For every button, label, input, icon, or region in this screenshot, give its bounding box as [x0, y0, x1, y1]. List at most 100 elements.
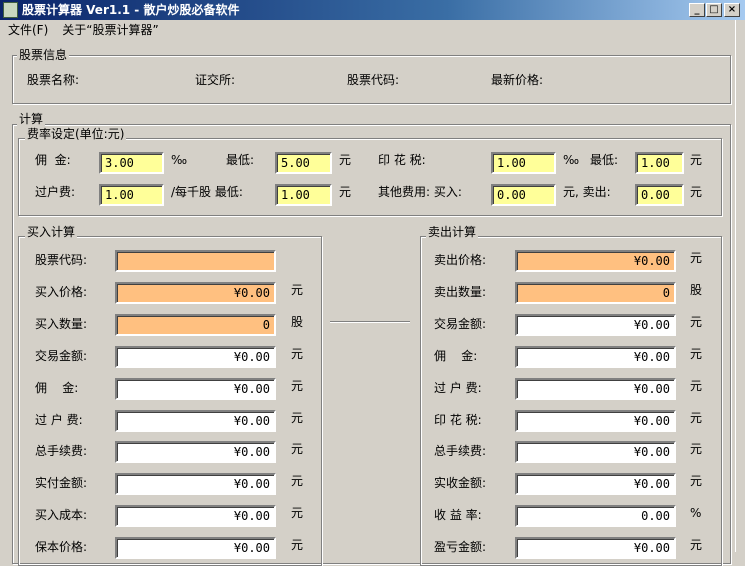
- commission-min-input[interactable]: 5.00: [275, 152, 332, 174]
- sell-row-input[interactable]: ¥0.00: [515, 250, 676, 272]
- stamp-min-input[interactable]: 1.00: [635, 152, 684, 174]
- commission-input[interactable]: 3.00: [99, 152, 164, 174]
- stamp-min-label: 最低:: [590, 153, 619, 167]
- sell-row-input[interactable]: ¥0.00: [515, 473, 676, 496]
- menu-bar: 文件(F) 关于“股票计算器”: [8, 22, 173, 38]
- sell-row-input[interactable]: ¥0.00: [515, 441, 676, 464]
- buy-row-label: 买入成本:: [35, 508, 88, 523]
- sell-row-input[interactable]: 0.00: [515, 505, 676, 528]
- sell-row-input[interactable]: ¥0.00: [515, 345, 676, 368]
- buy-row-label: 实付金额:: [35, 476, 88, 491]
- sell-row-input[interactable]: ¥0.00: [515, 313, 676, 336]
- stock-name-label: 股票名称:: [27, 73, 80, 87]
- commission-label: 佣 金:: [35, 153, 71, 167]
- buy-row-input[interactable]: 0: [115, 313, 276, 336]
- sell-row-label: 盈亏金额:: [434, 540, 487, 555]
- sell-row-unit: 元: [690, 251, 703, 265]
- buy-calc-label: 买入计算: [25, 225, 78, 239]
- commission-min-unit: 元: [339, 153, 352, 167]
- buy-row-label: 保本价格:: [35, 540, 88, 555]
- minimize-button[interactable]: _: [689, 3, 705, 17]
- buy-row-label: 过 户 费:: [35, 412, 83, 427]
- sell-row-unit: 元: [690, 442, 703, 457]
- buy-row-unit: 股: [291, 314, 304, 329]
- buy-row-input[interactable]: ¥0.00: [115, 537, 276, 560]
- window-border: [735, 20, 745, 552]
- exchange-label: 证交所:: [195, 73, 236, 87]
- stamp-tax-input[interactable]: 1.00: [491, 152, 556, 174]
- sell-row-unit: 元: [690, 474, 703, 489]
- buy-row-label: 总手续费:: [35, 444, 88, 459]
- sell-row-label: 印 花 税:: [434, 412, 482, 427]
- buy-row-input[interactable]: ¥0.00: [115, 505, 276, 528]
- other-fee-buy-label: 其他费用: 买入:: [378, 185, 462, 199]
- sell-row-label: 佣 金:: [434, 348, 478, 363]
- buy-row-input[interactable]: ¥0.00: [115, 377, 276, 400]
- calculator-app-icon: [3, 2, 18, 18]
- fee-settings-label: 费率设定(单位:元): [25, 127, 127, 141]
- buy-row-unit: 元: [291, 346, 304, 361]
- sell-row-label: 总手续费:: [434, 444, 487, 459]
- commission-unit: ‰: [171, 153, 188, 167]
- close-button[interactable]: ×: [724, 3, 740, 17]
- sell-row-input[interactable]: ¥0.00: [515, 409, 676, 432]
- latest-price-label: 最新价格:: [491, 73, 544, 87]
- per-thousand-label: /每千股 最低:: [171, 185, 243, 199]
- sell-calc-label: 卖出计算: [426, 225, 479, 239]
- buy-row-label: 买入数量:: [35, 316, 88, 331]
- buy-row-unit: 元: [291, 538, 304, 553]
- buy-row-input[interactable]: [115, 250, 276, 272]
- sell-row-unit: 元: [690, 378, 703, 393]
- stamp-min-unit: 元: [690, 153, 703, 167]
- sell-row-unit: 元: [690, 314, 703, 329]
- sell-row-input[interactable]: 0: [515, 281, 676, 304]
- buy-row-label: 股票代码:: [35, 253, 88, 267]
- divider: [330, 321, 410, 323]
- other-fee-sell-unit: 元: [690, 185, 703, 199]
- calc-label: 计算: [17, 112, 46, 126]
- stamp-tax-label: 印 花 税:: [378, 153, 426, 167]
- buy-row-label: 交易金额:: [35, 348, 88, 363]
- sell-row-label: 实收金额:: [434, 476, 487, 491]
- stock-code-label: 股票代码:: [347, 73, 400, 87]
- menu-file[interactable]: 文件(F): [8, 23, 48, 37]
- sell-row-label: 过 户 费:: [434, 380, 482, 395]
- buy-row-input[interactable]: ¥0.00: [115, 441, 276, 464]
- sell-row-input[interactable]: ¥0.00: [515, 377, 676, 400]
- transfer-min-unit: 元: [339, 185, 352, 199]
- other-fee-sell-label: 元, 卖出:: [563, 185, 611, 199]
- sell-row-label: 卖出数量:: [434, 284, 487, 299]
- sell-row-unit: 股: [690, 282, 703, 297]
- stamp-tax-unit: ‰: [563, 153, 580, 167]
- buy-row-unit: 元: [291, 378, 304, 393]
- stock-info-label: 股票信息: [17, 48, 70, 62]
- sell-row-input[interactable]: ¥0.00: [515, 537, 676, 560]
- buy-row-unit: 元: [291, 410, 304, 425]
- sell-row-unit: 元: [690, 538, 703, 553]
- window-title: 股票计算器 Ver1.1 - 散户炒股必备软件: [22, 3, 240, 17]
- buy-row-input[interactable]: ¥0.00: [115, 281, 276, 304]
- sell-row-label: 卖出价格:: [434, 253, 487, 267]
- buy-row-input[interactable]: ¥0.00: [115, 345, 276, 368]
- transfer-min-input[interactable]: 1.00: [275, 184, 332, 206]
- other-fee-buy-input[interactable]: 0.00: [491, 184, 556, 206]
- buy-row-unit: 元: [291, 474, 304, 489]
- buy-row-input[interactable]: ¥0.00: [115, 473, 276, 496]
- menu-about[interactable]: 关于“股票计算器”: [62, 23, 158, 37]
- maximize-button[interactable]: □: [706, 3, 722, 17]
- buy-row-unit: 元: [291, 282, 304, 297]
- buy-row-label: 佣 金:: [35, 380, 79, 395]
- transfer-fee-input[interactable]: 1.00: [99, 184, 164, 206]
- buy-row-input[interactable]: ¥0.00: [115, 409, 276, 432]
- buy-row-unit: 元: [291, 506, 304, 521]
- other-fee-sell-input[interactable]: 0.00: [635, 184, 684, 206]
- sell-row-label: 交易金额:: [434, 316, 487, 331]
- commission-min-label: 最低:: [226, 153, 255, 167]
- buy-row-unit: 元: [291, 442, 304, 457]
- sell-row-unit: %: [690, 506, 702, 521]
- buy-row-label: 买入价格:: [35, 284, 88, 299]
- transfer-fee-label: 过户费:: [35, 185, 76, 199]
- sell-row-unit: 元: [690, 346, 703, 361]
- sell-row-unit: 元: [690, 410, 703, 425]
- sell-row-label: 收 益 率:: [434, 508, 482, 523]
